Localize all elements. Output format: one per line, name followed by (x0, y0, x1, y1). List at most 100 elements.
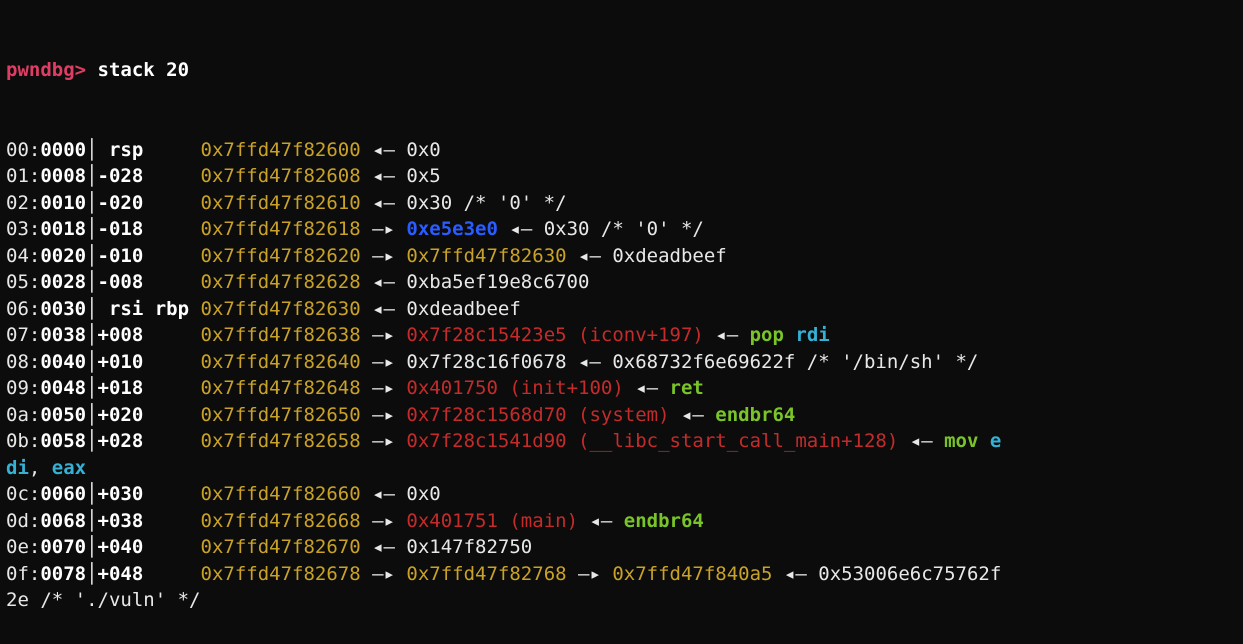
row-offset-bold: 0000 (40, 139, 86, 161)
column-separator: │ (86, 271, 97, 293)
column-separator: │ (86, 536, 97, 558)
prompt-line[interactable]: pwndbg> stack 20 (6, 57, 1237, 84)
row-segment: —▸ (567, 563, 613, 585)
stack-row: 0c:0060│+030 0x7ffd47f82660 ◂— 0x0 (6, 481, 1237, 508)
row-segment: 0x7ffd47f82658 (189, 430, 361, 452)
row-segment: 0x7ffd47f82608 (189, 165, 361, 187)
row-index: 0e: (6, 536, 40, 558)
row-segment: 0x7ffd47f82638 (189, 324, 361, 346)
column-separator: │ (86, 324, 97, 346)
row-index: 0d: (6, 510, 40, 532)
stack-row: 07:0038│+008 0x7ffd47f82638 —▸ 0x7f28c15… (6, 322, 1237, 349)
row-delta: +040 (98, 536, 190, 558)
row-delta: -010 (98, 245, 190, 267)
stack-body: 00:0000│ rsp 0x7ffd47f82600 ◂— 0x001:000… (6, 137, 1237, 614)
row-segment: —▸ (361, 510, 407, 532)
column-separator: │ (86, 404, 97, 426)
row-segment: 0x7ffd47f82648 (189, 377, 361, 399)
stack-row: 2e /* './vuln' */ (6, 587, 1237, 614)
column-separator: │ (86, 351, 97, 373)
stack-row: 0a:0050│+020 0x7ffd47f82650 —▸ 0x7f28c15… (6, 402, 1237, 429)
row-offset-bold: 0060 (40, 483, 86, 505)
row-index: 01: (6, 165, 40, 187)
row-segment: ◂— (670, 404, 716, 426)
row-segment: endbr64 (624, 510, 704, 532)
row-segment: ◂— (704, 324, 750, 346)
row-offset-bold: 0048 (40, 377, 86, 399)
stack-row: 08:0040│+010 0x7ffd47f82640 —▸ 0x7f28c16… (6, 349, 1237, 376)
column-separator: │ (86, 563, 97, 585)
row-offset-bold: 0030 (40, 298, 86, 320)
row-segment: 0x7ffd47f82620 (189, 245, 361, 267)
column-separator: │ (86, 165, 97, 187)
stack-row: 0d:0068│+038 0x7ffd47f82668 —▸ 0x401751 … (6, 508, 1237, 535)
command-text: stack 20 (86, 59, 189, 81)
row-offset-bold: 0078 (40, 563, 86, 585)
row-index: 02: (6, 192, 40, 214)
row-segment: ◂— 0x53006e6c75762f (773, 563, 1002, 585)
row-segment: di (6, 457, 29, 479)
row-segment: ◂— 0xdeadbeef (361, 298, 521, 320)
row-delta: -020 (98, 192, 190, 214)
row-segment: —▸ (361, 430, 407, 452)
row-index: 04: (6, 245, 40, 267)
row-offset-bold: 0028 (40, 271, 86, 293)
row-segment: 0x7ffd47f82678 (189, 563, 361, 585)
stack-row: 03:0018│-018 0x7ffd47f82618 —▸ 0xe5e3e0 … (6, 216, 1237, 243)
row-segment: 0x7ffd47f82660 (189, 483, 361, 505)
row-index: 03: (6, 218, 40, 240)
column-separator: │ (86, 430, 97, 452)
row-index: 06: (6, 298, 40, 320)
column-separator: │ (86, 192, 97, 214)
row-delta: +030 (98, 483, 190, 505)
column-separator: │ (86, 510, 97, 532)
row-segment: —▸ (361, 563, 407, 585)
row-segment: 0x7ffd47f82610 (189, 192, 361, 214)
row-delta: -008 (98, 271, 190, 293)
row-delta: +038 (98, 510, 190, 532)
row-index: 0a: (6, 404, 40, 426)
row-segment: ◂— (898, 430, 944, 452)
prompt-label: pwndbg> (6, 59, 86, 81)
row-segment: 0x7ffd47f82650 (189, 404, 361, 426)
row-segment: , (29, 457, 52, 479)
row-segment: 0x7ffd47f82600 (189, 139, 361, 161)
row-segment: —▸ (361, 404, 407, 426)
row-segment: mov (944, 430, 990, 452)
row-delta: -018 (98, 218, 190, 240)
row-segment: 0x401751 (main) (406, 510, 578, 532)
row-segment: 0x7ffd47f82628 (189, 271, 361, 293)
stack-row: 01:0008│-028 0x7ffd47f82608 ◂— 0x5 (6, 163, 1237, 190)
row-segment: ◂— (624, 377, 670, 399)
row-offset-bold: 0008 (40, 165, 86, 187)
row-segment: 0x7f28c1568d70 (system) (406, 404, 669, 426)
row-segment: ◂— 0x30 /* '0' */ (361, 192, 567, 214)
row-segment: 0x401750 (init+100) (406, 377, 623, 399)
row-segment: 0x7ffd47f82670 (189, 536, 361, 558)
row-segment: ◂— 0x0 (361, 139, 441, 161)
row-offset-bold: 0010 (40, 192, 86, 214)
row-index: 0f: (6, 563, 40, 585)
row-segment: 0x7ffd47f82668 (189, 510, 361, 532)
stack-row: 00:0000│ rsp 0x7ffd47f82600 ◂— 0x0 (6, 137, 1237, 164)
terminal-output[interactable]: pwndbg> stack 20 00:0000│ rsp 0x7ffd47f8… (0, 0, 1243, 644)
row-delta: +018 (98, 377, 190, 399)
row-segment: rdi (795, 324, 829, 346)
row-index: 09: (6, 377, 40, 399)
row-segment: e (990, 430, 1001, 452)
stack-row: 0f:0078│+048 0x7ffd47f82678 —▸ 0x7ffd47f… (6, 561, 1237, 588)
row-offset-bold: 0018 (40, 218, 86, 240)
stack-row: 05:0028│-008 0x7ffd47f82628 ◂— 0xba5ef19… (6, 269, 1237, 296)
row-index: 07: (6, 324, 40, 346)
stack-row: 04:0020│-010 0x7ffd47f82620 —▸ 0x7ffd47f… (6, 243, 1237, 270)
row-offset-bold: 0058 (40, 430, 86, 452)
column-separator: │ (86, 298, 97, 320)
row-segment: ◂— 0x30 /* '0' */ (498, 218, 704, 240)
row-segment: —▸ (361, 218, 407, 240)
row-offset-bold: 0038 (40, 324, 86, 346)
row-index: 05: (6, 271, 40, 293)
column-separator: │ (86, 377, 97, 399)
row-segment: 0x7f28c1541d90 (__libc_start_call_main+1… (406, 430, 898, 452)
row-segment: 0x7ffd47f82640 (189, 351, 361, 373)
column-separator: │ (86, 218, 97, 240)
